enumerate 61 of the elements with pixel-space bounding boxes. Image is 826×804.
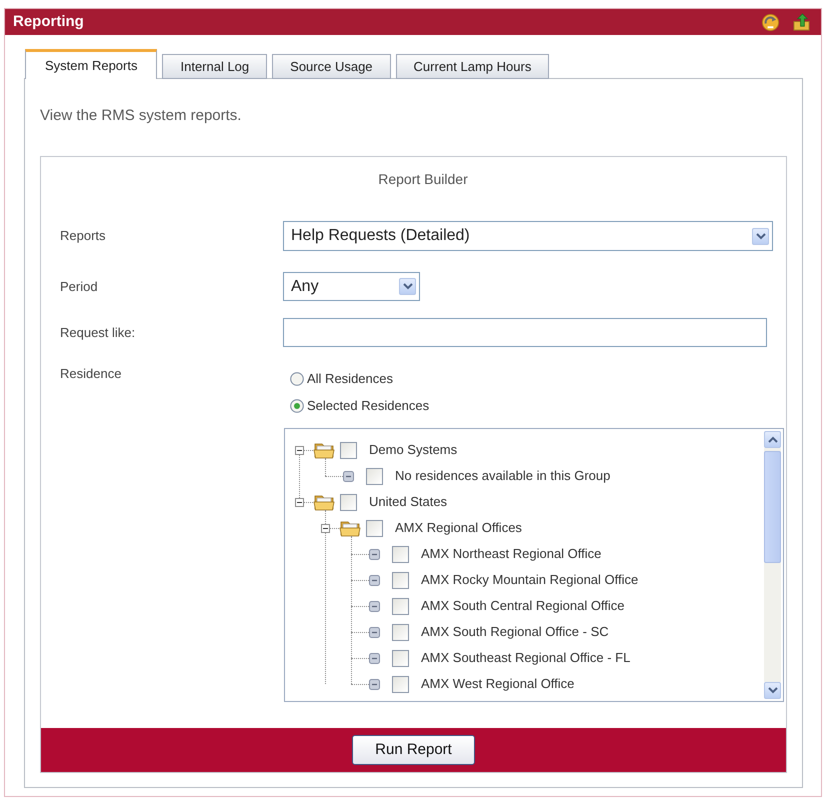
scroll-up-button[interactable] (764, 431, 781, 448)
folder-icon (313, 441, 335, 459)
square-bullet-icon (369, 652, 380, 664)
checkbox[interactable] (340, 494, 357, 510)
checkbox[interactable] (392, 546, 409, 562)
checkbox[interactable] (392, 572, 409, 588)
scrollbar-thumb[interactable] (764, 451, 781, 563)
checkbox[interactable] (366, 468, 383, 484)
minus-box-icon[interactable] (321, 524, 330, 532)
square-bullet-icon (369, 678, 380, 690)
radio-label[interactable]: All Residences (307, 369, 393, 389)
field-label: Period (60, 278, 99, 296)
tree-item-label[interactable]: AMX Southeast Regional Office - FL (421, 648, 630, 668)
panel-title: Report Builder (377, 171, 469, 188)
chevron-down-icon (764, 682, 781, 699)
tree-item-label[interactable]: Demo Systems (369, 440, 458, 460)
radio-button[interactable] (290, 399, 304, 413)
tree-item-label[interactable]: AMX Northeast Regional Office (421, 544, 602, 564)
tab[interactable]: Source Usage (272, 54, 391, 79)
minus-box-icon[interactable] (295, 446, 304, 454)
tab[interactable]: Current Lamp Hours (396, 54, 550, 79)
folder-icon (313, 493, 335, 511)
tab[interactable]: System Reports (25, 49, 158, 79)
refresh-icon[interactable] (761, 12, 780, 32)
field-label: Reports (60, 227, 107, 246)
square-bullet-icon (369, 574, 380, 586)
checkbox[interactable] (392, 624, 409, 640)
tab[interactable]: Internal Log (162, 54, 268, 79)
tree-item-label[interactable]: AMX South Central Regional Office (421, 596, 625, 616)
period-select[interactable]: Any (283, 272, 420, 301)
run-report-button[interactable]: Run Report (352, 735, 475, 765)
tree-item-label[interactable]: AMX South Regional Office - SC (421, 622, 609, 642)
tree-item-label[interactable]: United States (369, 492, 448, 512)
checkbox[interactable] (340, 442, 357, 458)
tree-item-label[interactable]: AMX Regional Offices (395, 518, 522, 538)
chevron-up-icon (764, 431, 781, 448)
tree-item-label[interactable]: No residences available in this Group (395, 466, 610, 486)
checkbox[interactable] (392, 598, 409, 614)
window-title: Reporting (13, 12, 84, 32)
scroll-down-button[interactable] (764, 682, 781, 699)
checkbox[interactable] (392, 676, 409, 692)
square-bullet-icon (369, 626, 380, 638)
field-label: Request like: (60, 324, 136, 342)
tree-item-label[interactable]: AMX Rocky Mountain Regional Office (421, 570, 638, 590)
chevron-down-icon (399, 278, 416, 295)
chevron-down-icon (752, 228, 769, 244)
tree-item-label[interactable]: AMX West Regional Office (421, 674, 574, 694)
square-bullet-icon (369, 600, 380, 612)
checkbox[interactable] (366, 520, 383, 536)
checkbox[interactable] (392, 650, 409, 666)
minus-box-icon[interactable] (295, 498, 304, 506)
square-bullet-icon (343, 470, 354, 482)
description-text: View the RMS system reports. (40, 107, 242, 125)
folder-icon (339, 519, 361, 537)
square-bullet-icon (369, 548, 380, 560)
radio-button[interactable] (290, 372, 304, 386)
field-label: Residence (60, 366, 122, 382)
input-field[interactable] (283, 318, 767, 347)
radio-label[interactable]: Selected Residences (307, 396, 430, 416)
reports-select[interactable]: Help Requests (Detailed) (283, 221, 773, 251)
box-arrow-icon[interactable] (792, 12, 811, 32)
